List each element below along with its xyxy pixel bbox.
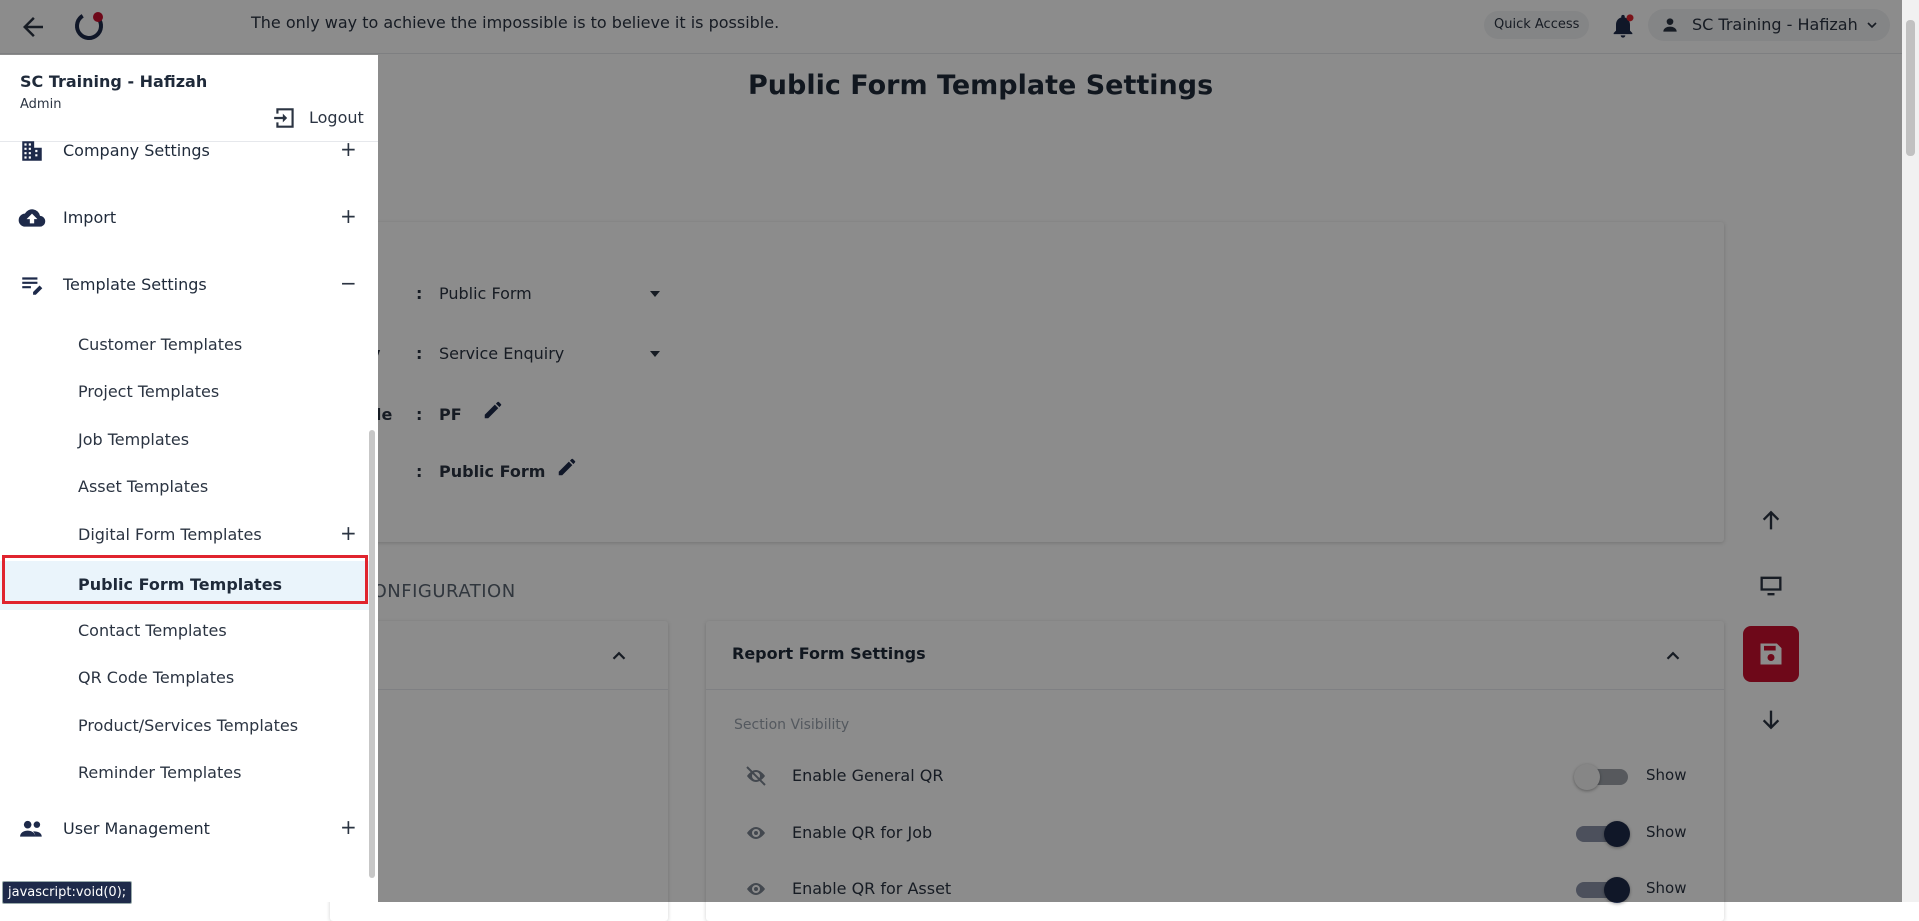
nav-group-label: Company Settings xyxy=(63,141,210,160)
sidebar-item-product-services-templates[interactable]: Product/Services Templates xyxy=(0,706,370,746)
nav-group-label: Template Settings xyxy=(63,275,207,294)
nav-group-import[interactable]: Import + xyxy=(0,196,370,240)
logout-icon xyxy=(274,108,294,128)
sidebar-item-contact-templates[interactable]: Contact Templates xyxy=(0,611,370,651)
collapse-minus-icon[interactable]: − xyxy=(340,271,357,295)
sidebar-item-label: QR Code Templates xyxy=(78,668,235,687)
sidebar-item-label: Contact Templates xyxy=(78,621,227,640)
edit-list-icon xyxy=(22,277,43,295)
building-icon xyxy=(22,141,42,161)
selection-highlight-box xyxy=(2,555,368,604)
cloud-upload-icon xyxy=(18,209,46,227)
sidebar-item-label: Job Templates xyxy=(78,430,190,449)
logout-label: Logout xyxy=(309,108,364,127)
navigation-drawer: SC Training - Hafizah Admin Logout Compa… xyxy=(0,55,378,902)
expand-plus-icon[interactable]: + xyxy=(340,204,357,228)
nav-group-template-settings[interactable]: Template Settings − xyxy=(0,263,370,307)
sidebar-item-reminder-templates[interactable]: Reminder Templates xyxy=(0,753,370,793)
sidebar-item-label: Digital Form Templates xyxy=(78,525,262,544)
nav-group-label: User Management xyxy=(63,819,210,838)
drawer-scrollbar-thumb[interactable] xyxy=(369,430,375,878)
nav-group-company-settings[interactable]: Company Settings + xyxy=(0,129,370,173)
sidebar-item-label: Project Templates xyxy=(78,382,220,401)
sidebar-item-label: Asset Templates xyxy=(78,477,209,496)
sidebar-item-project-templates[interactable]: Project Templates xyxy=(0,372,370,412)
drawer-user-name: SC Training - Hafizah xyxy=(20,72,208,91)
drawer-user-role: Admin xyxy=(20,97,62,112)
sidebar-item-label: Reminder Templates xyxy=(78,763,242,782)
expand-plus-icon[interactable]: + xyxy=(340,815,357,839)
sidebar-item-label: Customer Templates xyxy=(78,335,243,354)
nav-group-user-management[interactable]: User Management + xyxy=(0,807,370,851)
expand-plus-icon[interactable]: + xyxy=(340,137,357,161)
scrollbar-thumb[interactable] xyxy=(1906,20,1915,156)
people-icon xyxy=(20,820,42,837)
sidebar-item-qr-code-templates[interactable]: QR Code Templates xyxy=(0,658,370,698)
sidebar-item-asset-templates[interactable]: Asset Templates xyxy=(0,467,370,507)
nav-group-label: Import xyxy=(63,208,117,227)
status-bar-link: javascript:void(0); xyxy=(2,881,133,904)
sidebar-item-customer-templates[interactable]: Customer Templates xyxy=(0,325,370,365)
page-scrollbar[interactable] xyxy=(1902,0,1919,902)
expand-plus-icon[interactable]: + xyxy=(340,521,357,545)
sidebar-item-label: Product/Services Templates xyxy=(78,716,299,735)
sidebar-item-job-templates[interactable]: Job Templates xyxy=(0,420,370,460)
sidebar-item-digital-form-templates[interactable]: Digital Form Templates + xyxy=(0,515,370,555)
